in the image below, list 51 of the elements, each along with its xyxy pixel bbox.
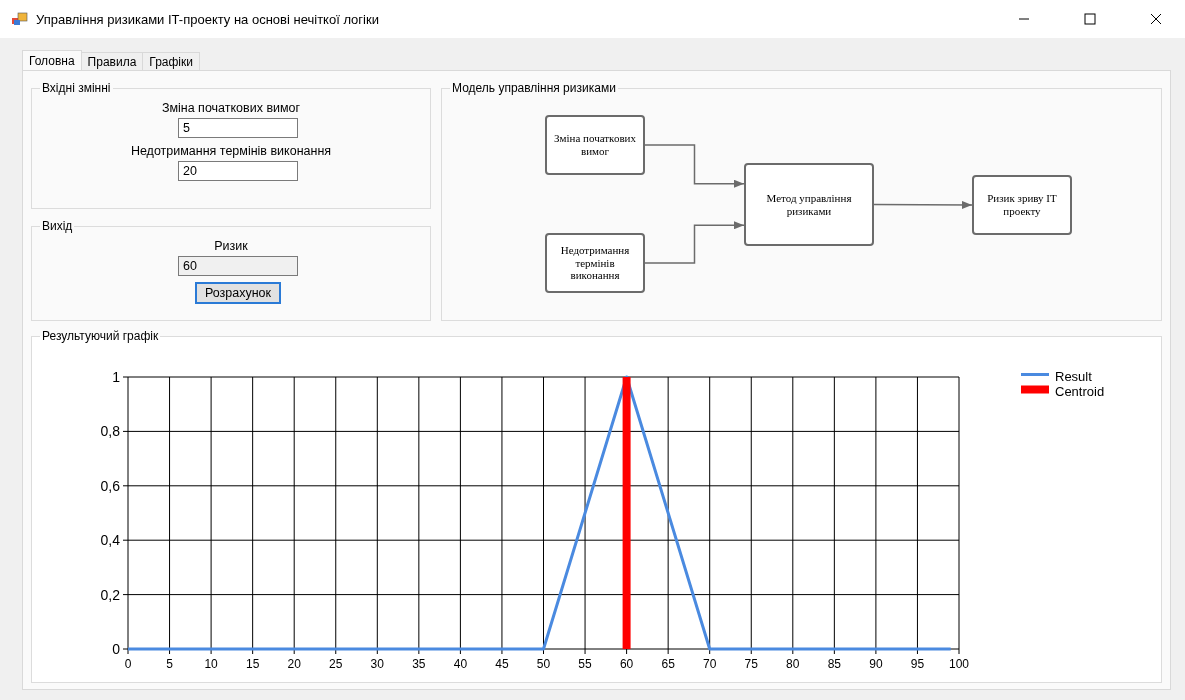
x-tick-label: 30	[370, 657, 384, 671]
x-tick-label: 75	[744, 657, 758, 671]
x-tick-label: 25	[329, 657, 343, 671]
x-tick-label: 35	[412, 657, 426, 671]
input-field[interactable]: 20	[178, 161, 298, 181]
y-tick-label: 0	[112, 641, 120, 657]
tab[interactable]: Правила	[80, 52, 144, 70]
y-tick-label: 0,2	[100, 586, 120, 603]
y-tick-label: 1	[112, 369, 120, 385]
legend-label: Result	[1055, 369, 1092, 384]
x-tick-label: 5	[166, 657, 173, 671]
x-tick-label: 10	[204, 657, 218, 671]
x-tick-label: 65	[661, 657, 675, 671]
legend-label: Centroid	[1055, 384, 1105, 399]
y-tick-label: 0,6	[100, 477, 120, 494]
diagram-node: Ризик зриву IT проекту	[972, 175, 1072, 235]
x-tick-label: 55	[578, 657, 592, 671]
diagram-node: Метод управління ризиками	[744, 163, 874, 246]
diagram-node: Недотримання термінів виконання	[545, 233, 645, 293]
x-tick-label: 85	[827, 657, 842, 671]
x-tick-label: 45	[495, 657, 509, 671]
x-tick-label: 0	[124, 657, 132, 671]
y-tick-label: 0,4	[100, 532, 120, 549]
legend-swatch	[1021, 373, 1049, 376]
diagram-node: Зміна початкових вимог	[545, 115, 645, 175]
app-icon	[12, 12, 28, 26]
window-title: Управління ризиками IT-проекту на основі нечіткої логіки	[36, 11, 380, 27]
y-tick-label: 0,8	[100, 423, 120, 440]
x-tick-label: 15	[245, 657, 260, 671]
x-tick-label: 95	[910, 657, 925, 671]
x-tick-label: 90	[869, 657, 883, 671]
field-label: Зміна початкових вимог	[161, 101, 301, 115]
input-field[interactable]: 5	[178, 118, 298, 138]
group-title: Вихід	[41, 219, 74, 233]
x-tick-label: 60	[619, 657, 634, 671]
tab[interactable]: Головна	[22, 50, 82, 70]
group-title: Вхідні змінні	[41, 81, 112, 95]
x-tick-label: 50	[536, 657, 551, 671]
x-tick-label: 80	[786, 657, 800, 671]
group-title: Модель управління ризиками	[451, 81, 617, 95]
field-label: Недотримання термінів виконання	[130, 144, 332, 158]
field-label: Ризик	[214, 239, 248, 253]
legend-swatch	[1021, 385, 1049, 394]
group-title: Результуючий графік	[41, 329, 160, 343]
x-tick-label: 20	[287, 657, 301, 671]
tab[interactable]: Графіки	[142, 52, 200, 70]
x-tick-label: 70	[703, 657, 717, 671]
x-tick-label: 40	[453, 657, 468, 671]
x-tick-label: 100	[949, 657, 969, 671]
maximize-icon	[1084, 13, 1096, 25]
close-icon	[1150, 13, 1162, 25]
